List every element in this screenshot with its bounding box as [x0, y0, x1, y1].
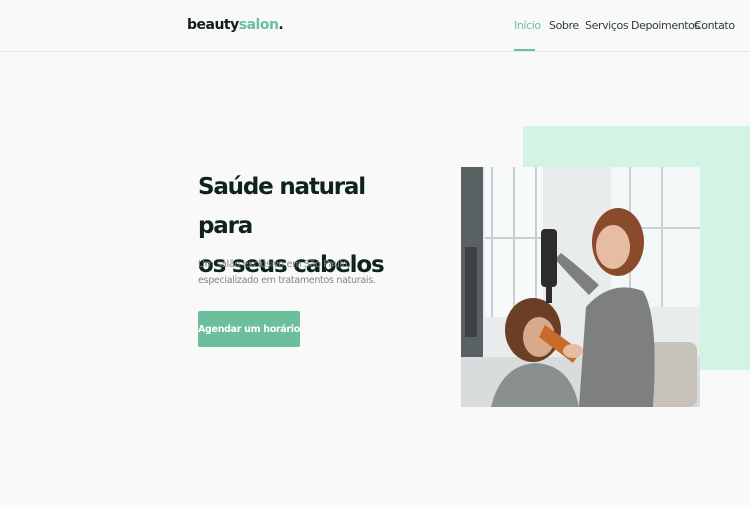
logo-dot: .: [278, 17, 284, 33]
active-nav-indicator: [514, 49, 535, 51]
logo-accent: salon: [238, 17, 279, 33]
site-logo[interactable]: beautysalon.: [187, 17, 284, 33]
nav-item-depoimentos[interactable]: Depoimentos: [631, 19, 700, 32]
nav-item-inicio[interactable]: Início: [514, 19, 541, 32]
hero-photo-salon: [461, 167, 700, 407]
nav-item-sobre[interactable]: Sobre: [549, 19, 579, 32]
hero-title-line1: Saúde natural para: [198, 174, 366, 239]
book-appointment-button[interactable]: Agendar um horário: [198, 311, 300, 347]
nav-item-contato[interactable]: Contato: [694, 19, 735, 32]
logo-main: beauty: [187, 17, 239, 33]
site-header: beautysalon. Início Sobre Serviços Depoi…: [0, 0, 750, 52]
nav-item-servicos[interactable]: Serviços: [585, 19, 629, 32]
hero-subtitle: Um salão exclusivo em São Paulo, especia…: [198, 259, 376, 286]
